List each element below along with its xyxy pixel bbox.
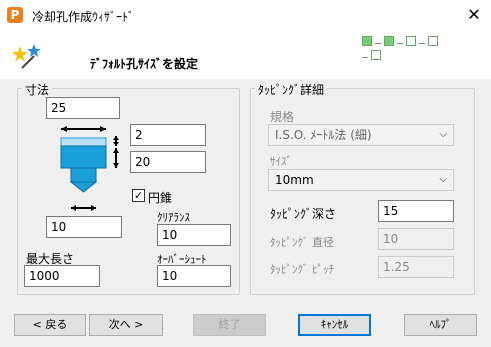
field-right-1[interactable]: 2: [130, 124, 206, 146]
standard-label: 規格: [270, 110, 295, 124]
chevron-down-icon: ⌵: [439, 129, 447, 140]
clearance-field[interactable]: 10: [157, 224, 231, 246]
finish-button[interactable]: 終了: [193, 314, 266, 336]
step-indicator-dot: [428, 36, 438, 46]
bottom-width-field[interactable]: 10: [46, 216, 122, 238]
field-right-2[interactable]: 20: [130, 151, 206, 173]
size-label: ｻｲｽﾞ: [270, 155, 292, 168]
cancel-button[interactable]: ｷｬﾝｾﾙ: [298, 314, 371, 336]
tapping-pitch-field[interactable]: 1.25: [378, 256, 454, 278]
wizard-icon: [12, 44, 41, 69]
tapping-diameter-label: ﾀｯﾋﾟﾝｸﾞ 直径: [270, 236, 334, 249]
standard-select-value: I.S.O. ﾒｰﾄﾙ法 (細): [275, 128, 372, 142]
close-icon[interactable]: ✕: [463, 4, 485, 26]
page-title: ﾃﾞﾌｫﾙﾄ孔ｻｲｽﾞを設定: [90, 57, 199, 71]
size-select[interactable]: 10mm ⌵: [268, 169, 454, 191]
size-select-value: 10mm: [275, 173, 314, 187]
help-button[interactable]: ﾍﾙﾌﾟ: [404, 314, 477, 336]
window-title: 冷却孔作成ｳｨｻﾞｰﾄﾞ: [32, 10, 135, 24]
clearance-label: ｸﾘｱﾗﾝｽ: [157, 211, 190, 224]
step-indicator-dot: [362, 36, 372, 46]
max-length-field[interactable]: 1000: [24, 265, 100, 287]
step-indicator-dot: [384, 36, 394, 46]
app-icon: P: [7, 7, 23, 23]
overshoot-field[interactable]: 10: [157, 265, 231, 287]
tapping-pitch-label: ﾀｯﾋﾟﾝｸﾞ ﾋﾟｯﾁ: [270, 263, 334, 276]
dimensions-group-title: 寸法: [22, 81, 53, 98]
step-indicator-dot: [371, 50, 381, 60]
standard-select[interactable]: I.S.O. ﾒｰﾄﾙ法 (細) ⌵: [268, 124, 454, 146]
back-button[interactable]: < 戻る: [14, 314, 86, 336]
next-button[interactable]: 次へ >: [89, 314, 163, 336]
cone-checkbox[interactable]: ✓: [132, 189, 145, 202]
cone-label: 円錐: [148, 191, 173, 205]
tapping-depth-label: ﾀｯﾋﾟﾝｸﾞ深さ: [270, 207, 337, 221]
tapping-group-title: ﾀｯﾋﾟﾝｸﾞ詳細: [255, 81, 328, 98]
step-indicator-dot: [406, 36, 416, 46]
step-indicator: [362, 36, 446, 60]
tapping-diameter-field[interactable]: 10: [378, 228, 454, 250]
chevron-down-icon: ⌵: [439, 174, 447, 185]
tapping-depth-field[interactable]: 15: [378, 200, 454, 222]
top-width-field[interactable]: 25: [46, 97, 120, 119]
